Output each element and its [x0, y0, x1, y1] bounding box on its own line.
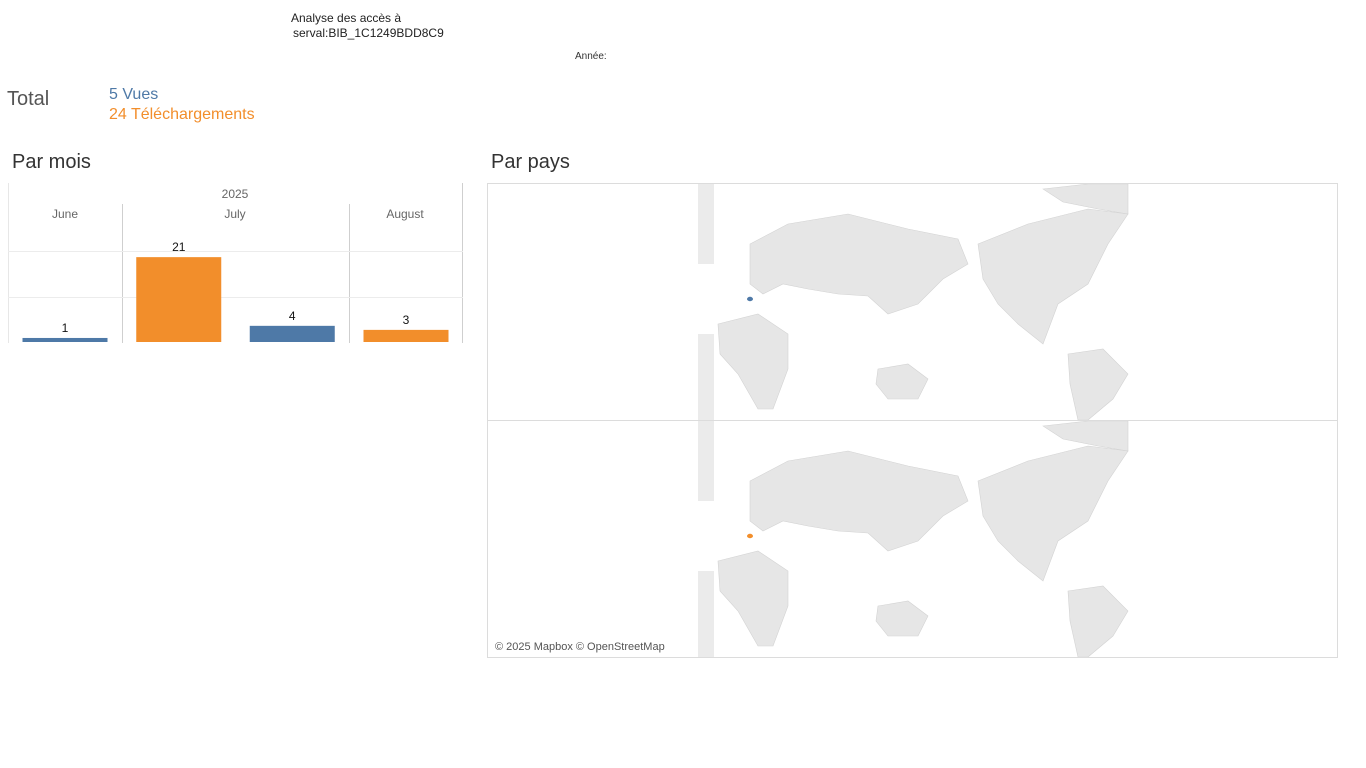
map-attribution[interactable]: © 2025 Mapbox © OpenStreetMap — [495, 641, 665, 653]
page-title-line-1: Analyse des accès à — [291, 11, 402, 25]
south-america-shape — [1067, 585, 1129, 657]
africa-shape — [717, 313, 789, 410]
year-filter-label[interactable]: Année: — [575, 51, 607, 62]
highlight-switzerland-downloads[interactable] — [747, 533, 753, 539]
month-label-august: August — [386, 207, 424, 221]
total-views: 5 Vues — [109, 86, 159, 103]
bar-july-downloads[interactable] — [136, 257, 222, 342]
bar-value-label: 21 — [172, 240, 186, 254]
total-label: Total — [7, 88, 50, 110]
north-america-shape — [977, 445, 1129, 582]
month-label-june: June — [52, 207, 78, 221]
australia-shape — [875, 600, 929, 637]
south-america-shape — [1067, 348, 1129, 420]
chart-year-label: 2025 — [222, 187, 249, 201]
monthly-bar-chart[interactable]: 2025 June July August 1 21 4 3 — [8, 183, 463, 343]
bars-group: 1 21 4 3 — [22, 240, 449, 342]
north-america-shape — [977, 208, 1129, 345]
world-map-views — [698, 184, 1129, 420]
bar-june-views[interactable] — [22, 337, 108, 342]
map-panel-views[interactable] — [488, 184, 1337, 420]
map-panel-downloads[interactable]: © 2025 Mapbox © OpenStreetMap — [488, 421, 1337, 657]
highlight-switzerland-views[interactable] — [747, 296, 753, 302]
bar-july-views[interactable] — [249, 325, 335, 342]
world-map-downloads — [698, 421, 1129, 657]
monthly-bar-chart-svg: 2025 June July August 1 21 4 3 — [8, 183, 463, 343]
page-title-line-2: serval:BIB_1C1249BDD8C9 — [293, 26, 444, 40]
total-downloads: 24 Téléchargements — [109, 106, 255, 123]
bar-value-label: 3 — [403, 313, 410, 327]
australia-shape — [875, 363, 929, 400]
eurasia-shape — [749, 450, 969, 552]
month-label-july: July — [224, 207, 245, 221]
section-title-by-month: Par mois — [12, 151, 91, 173]
bar-august-downloads[interactable] — [363, 329, 449, 342]
eurasia-shape — [749, 213, 969, 315]
bar-value-label: 4 — [289, 309, 296, 323]
section-title-by-country: Par pays — [491, 151, 570, 173]
country-map[interactable]: © 2025 Mapbox © OpenStreetMap — [487, 183, 1338, 658]
africa-shape — [717, 550, 789, 647]
bar-value-label: 1 — [62, 321, 69, 335]
